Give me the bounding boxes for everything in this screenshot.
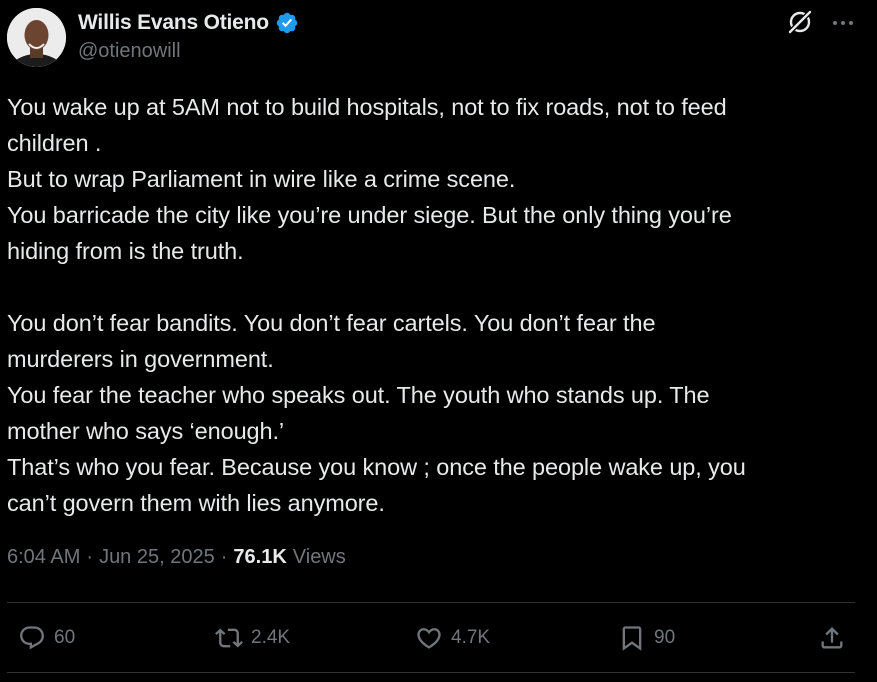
reply-button[interactable]: 60 xyxy=(18,623,75,653)
share-button[interactable] xyxy=(818,623,846,653)
repost-button[interactable]: 2.4K xyxy=(215,623,290,653)
reply-icon xyxy=(20,626,44,650)
grok-icon[interactable] xyxy=(786,8,814,36)
meta-separator: · xyxy=(220,546,228,568)
author-name-row: Willis Evans Otieno xyxy=(78,9,299,37)
share-icon xyxy=(821,627,843,649)
divider xyxy=(7,602,855,603)
tweet-text-line: murderers in government. xyxy=(7,346,274,372)
tweet-text-line: But to wrap Parliament in wire like a cr… xyxy=(7,166,516,192)
tweet-text-line: You fear the teacher who speaks out. The… xyxy=(7,382,710,408)
like-button[interactable]: 4.7K xyxy=(415,623,490,653)
bookmark-count: 90 xyxy=(654,627,676,648)
tweet-text-line: You wake up at 5AM not to build hospital… xyxy=(7,94,727,120)
views-label: Views xyxy=(292,546,346,568)
tweet-text-line: hiding from is the truth. xyxy=(7,238,244,264)
tweet-text-line: You barricade the city like you’re under… xyxy=(7,202,732,228)
more-icon[interactable] xyxy=(829,9,857,37)
repost-icon xyxy=(215,628,243,648)
tweet-text-line: mother who says ‘enough.’ xyxy=(7,418,285,444)
tweet-text-line: That’s who you fear. Because you know ; … xyxy=(7,454,746,480)
tweet-text-line: children . xyxy=(7,130,102,156)
bookmark-icon xyxy=(622,626,642,651)
author-display-name[interactable]: Willis Evans Otieno xyxy=(78,11,269,35)
tweet-meta: 6:04 AM · Jun 25, 2025 · 76.1K Views xyxy=(7,546,346,569)
tweet-date[interactable]: Jun 25, 2025 xyxy=(99,546,215,569)
divider xyxy=(7,672,855,673)
reply-count: 60 xyxy=(54,627,76,648)
meta-separator: · xyxy=(86,546,94,568)
repost-count: 2.4K xyxy=(251,627,291,648)
tweet-time[interactable]: 6:04 AM xyxy=(7,546,80,569)
avatar[interactable] xyxy=(7,8,66,67)
tweet-text-line: You don’t fear bandits. You don’t fear c… xyxy=(7,310,656,336)
heart-icon xyxy=(417,628,441,649)
like-count: 4.7K xyxy=(451,627,491,648)
tweet-text: You wake up at 5AM not to build hospital… xyxy=(7,89,852,521)
views-count: 76.1K xyxy=(233,546,287,568)
bookmark-button[interactable]: 90 xyxy=(618,623,675,653)
author-handle[interactable]: @otienowill xyxy=(78,40,181,63)
verified-badge-icon[interactable] xyxy=(275,11,299,35)
tweet-text-line: can’t govern them with lies anymore. xyxy=(7,490,385,516)
tweet: Willis Evans Otieno @otienowill You wake… xyxy=(0,0,877,682)
